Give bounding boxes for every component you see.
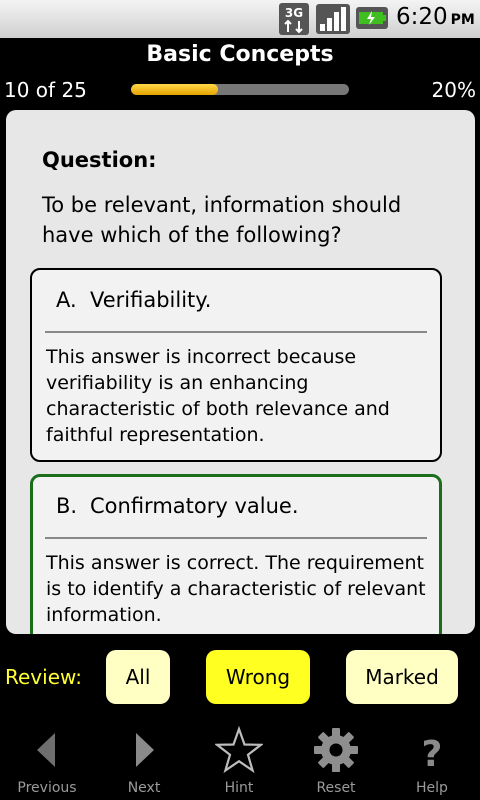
divider (45, 537, 427, 539)
nav-label: Next (127, 780, 161, 796)
answer-option-b[interactable]: B. Confirmatory value. This answer is cor… (30, 474, 442, 634)
gear-icon (314, 728, 358, 772)
nav-label: Hint (224, 780, 254, 796)
divider (45, 331, 427, 333)
review-all-button[interactable]: All (106, 650, 170, 704)
progress-percent: 20% (431, 78, 476, 102)
next-button[interactable]: Next (104, 722, 184, 800)
help-button[interactable]: ? Help (392, 722, 472, 800)
nav-label: Help (416, 780, 448, 796)
answer-heading: A. Verifiability. (56, 288, 212, 312)
answer-heading: B. Confirmatory value. (56, 494, 299, 518)
hint-button[interactable]: Hint (199, 722, 279, 800)
progress-bar-fill (131, 84, 219, 95)
answer-explanation: This answer is correct. The requirement … (46, 552, 426, 626)
answer-explanation: This answer is incorrect because verifia… (46, 346, 390, 446)
review-label: Review: (5, 665, 83, 689)
question-counter: 10 of 25 (4, 78, 87, 102)
page-title: Basic Concepts (146, 42, 334, 67)
battery-icon (356, 7, 388, 29)
question-text: To be relevant, information should have … (42, 193, 402, 247)
review-marked-button[interactable]: Marked (346, 650, 458, 704)
svg-text:?: ? (422, 734, 443, 774)
review-wrong-button[interactable]: Wrong (206, 650, 310, 704)
nav-label: Reset (316, 780, 356, 796)
progress-bar (131, 84, 349, 95)
clock: 6:20 PM (396, 4, 475, 30)
question-icon: ? (422, 734, 443, 774)
question-label: Question: (42, 148, 157, 172)
star-icon (215, 726, 263, 774)
previous-button[interactable]: Previous (7, 722, 87, 800)
arrow-left-icon (37, 733, 55, 767)
nav-label: Previous (17, 780, 77, 796)
network-3g-icon: 3G (279, 3, 309, 35)
svg-text:3G: 3G (285, 6, 303, 20)
question-card[interactable]: Question: To be relevant, information sh… (6, 110, 475, 634)
answer-option-a[interactable]: A. Verifiability. This answer is incorrec… (30, 268, 442, 462)
reset-button[interactable]: Reset (296, 722, 376, 800)
status-bar: 3G 6:20 PM (0, 0, 480, 38)
signal-strength-icon (316, 4, 350, 34)
arrow-right-icon (136, 733, 154, 767)
